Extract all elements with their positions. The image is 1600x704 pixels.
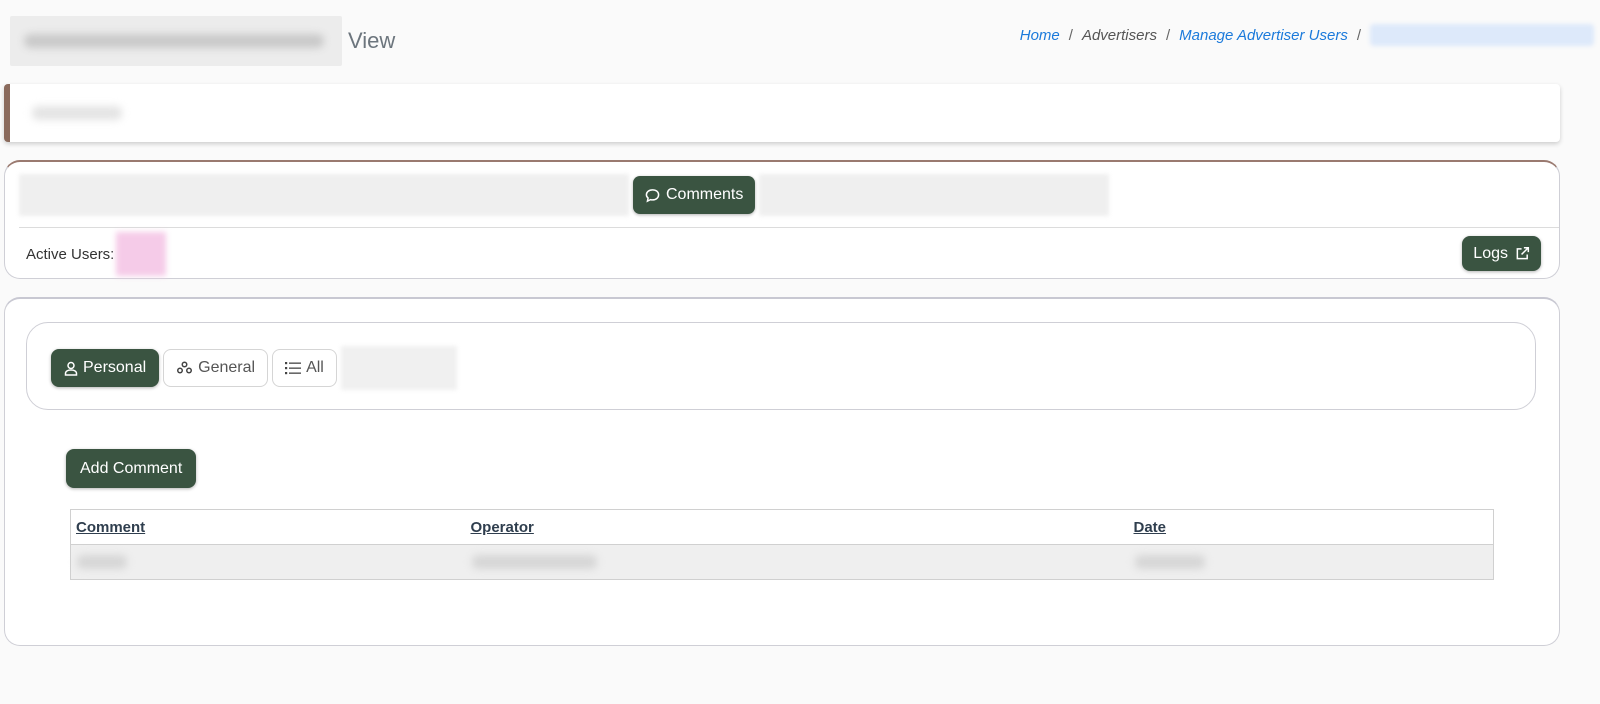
cell-date-redacted — [1128, 544, 1494, 580]
active-users: Active Users: — [26, 232, 167, 276]
column-header-operator[interactable]: Operator — [465, 509, 1129, 545]
divider — [19, 227, 1559, 228]
redacted-subtab[interactable] — [340, 346, 457, 390]
list-icon — [285, 362, 302, 375]
subtab-personal-label: Personal — [83, 359, 147, 376]
breadcrumb-separator: / — [1165, 26, 1171, 44]
redacted-info — [32, 106, 122, 120]
detail-tabs: Comments — [19, 174, 1110, 216]
logs-button-label: Logs — [1473, 244, 1508, 262]
comments-table: Comment Operator Date — [70, 509, 1494, 580]
user-icon — [64, 361, 78, 376]
comment-icon — [645, 188, 660, 202]
detail-tabs-card: Comments Active Users: Logs — [4, 160, 1560, 279]
page-header: View Home / Advertisers / Manage Adverti… — [0, 0, 1600, 76]
info-card — [4, 84, 1560, 142]
add-comment-button[interactable]: Add Comment — [66, 449, 197, 488]
breadcrumb: Home / Advertisers / Manage Advertiser U… — [1020, 24, 1594, 46]
cell-comment-redacted — [70, 544, 466, 580]
page-title-suffix: View — [348, 28, 396, 53]
comment-filter-card: Personal General All — [26, 322, 1536, 410]
subtab-all-label: All — [306, 359, 324, 376]
breadcrumb-home[interactable]: Home — [1020, 27, 1060, 44]
page-title: View — [10, 16, 395, 66]
users-group-icon — [177, 361, 193, 374]
breadcrumb-manage-advertiser-users[interactable]: Manage Advertiser Users — [1179, 27, 1348, 44]
comments-panel: Personal General All Add Comment Comment… — [4, 297, 1560, 646]
subtab-all[interactable]: All — [272, 349, 337, 387]
tab-comments-label: Comments — [666, 186, 744, 203]
breadcrumb-advertisers: Advertisers — [1081, 26, 1157, 44]
redacted-tabs[interactable] — [19, 174, 629, 216]
redacted-title — [10, 16, 342, 66]
table-row[interactable] — [70, 544, 1494, 580]
add-comment-label: Add Comment — [80, 459, 183, 477]
active-users-redacted — [116, 232, 167, 276]
breadcrumb-separator: / — [1356, 26, 1361, 44]
redacted-tabs[interactable] — [759, 174, 1110, 216]
external-link-icon — [1516, 246, 1530, 260]
logs-button[interactable]: Logs — [1462, 236, 1541, 271]
active-users-label: Active Users: — [26, 245, 115, 263]
subtab-personal[interactable]: Personal — [51, 349, 160, 387]
table-header-row: Comment Operator Date — [70, 509, 1494, 545]
breadcrumb-separator: / — [1068, 26, 1073, 44]
comment-filter-tabs: Personal General All — [51, 346, 457, 390]
tab-comments[interactable]: Comments — [633, 176, 756, 214]
column-header-date[interactable]: Date — [1128, 509, 1494, 545]
cell-operator-redacted — [465, 544, 1129, 580]
subtab-general[interactable]: General — [163, 349, 269, 387]
column-header-comment[interactable]: Comment — [70, 509, 466, 545]
breadcrumb-current-redacted — [1370, 24, 1594, 46]
subtab-general-label: General — [198, 359, 256, 376]
